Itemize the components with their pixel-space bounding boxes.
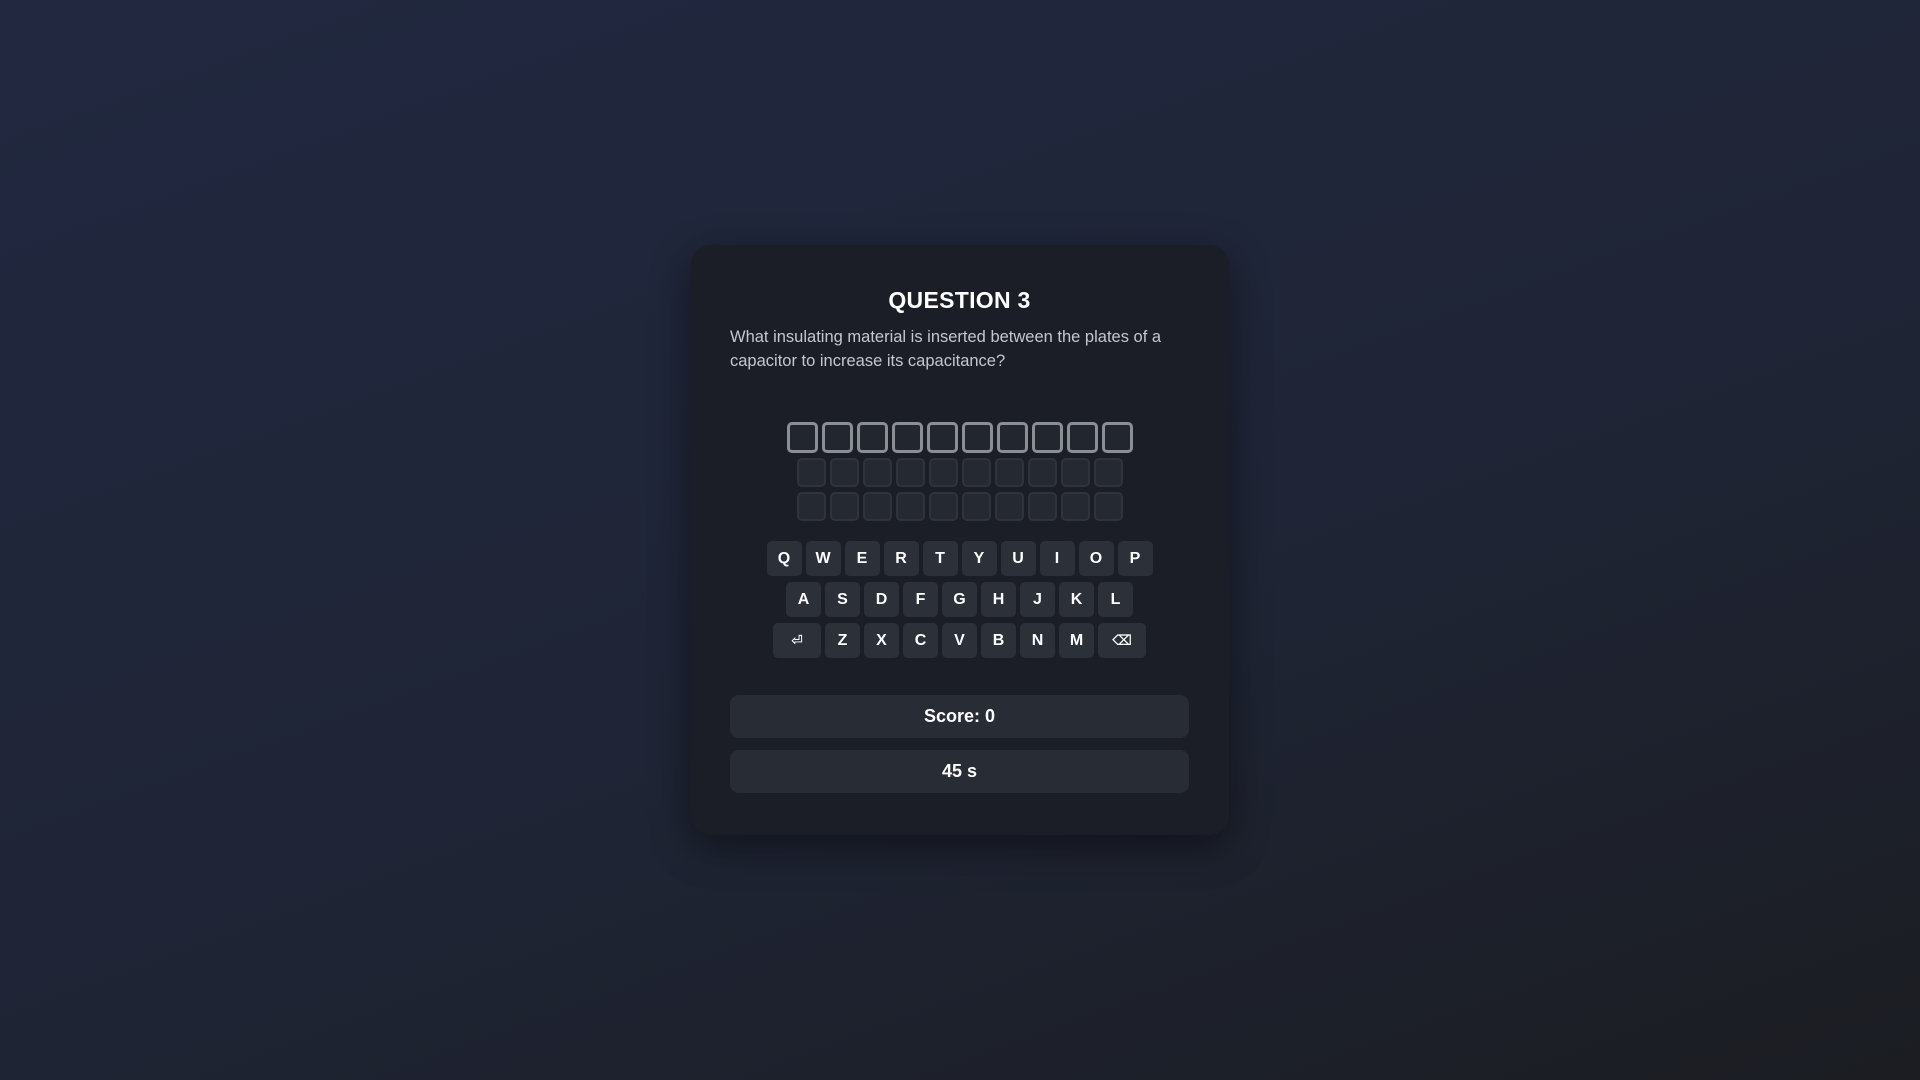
letter-cell (895, 458, 925, 487)
key-c[interactable]: C (903, 623, 938, 658)
key-k[interactable]: K (1059, 582, 1094, 617)
letter-cell (1027, 458, 1057, 487)
key-p[interactable]: P (1117, 541, 1153, 576)
letter-cell (1027, 492, 1057, 521)
key-e[interactable]: E (844, 541, 880, 576)
answer-row-1 (786, 422, 1133, 453)
letter-cell (895, 492, 925, 521)
key-q[interactable]: Q (766, 541, 802, 576)
letter-cell (1060, 492, 1090, 521)
letter-cell (796, 492, 826, 521)
letter-cell (821, 422, 853, 453)
key-x[interactable]: X (864, 623, 899, 658)
quiz-card: QUESTION 3 What insulating material is i… (691, 245, 1229, 835)
answer-row-2 (796, 458, 1123, 487)
letter-cell (961, 492, 991, 521)
letter-cell (891, 422, 923, 453)
answer-row-3 (796, 492, 1123, 521)
key-h[interactable]: H (981, 582, 1016, 617)
letter-cell (1031, 422, 1063, 453)
key-t[interactable]: T (922, 541, 958, 576)
key-s[interactable]: S (825, 582, 860, 617)
answer-grid (730, 422, 1189, 521)
letter-cell (786, 422, 818, 453)
key-v[interactable]: V (942, 623, 977, 658)
letter-cell (1066, 422, 1098, 453)
enter-key[interactable]: ⏎ (773, 623, 821, 658)
letter-cell (994, 458, 1024, 487)
letter-cell (862, 492, 892, 521)
letter-cell (862, 458, 892, 487)
backspace-key[interactable]: ⌫ (1098, 623, 1146, 658)
key-i[interactable]: I (1039, 541, 1075, 576)
keyboard-row-1: QWERTYUIOP (766, 541, 1153, 576)
letter-cell (928, 458, 958, 487)
letter-cell (961, 422, 993, 453)
key-n[interactable]: N (1020, 623, 1055, 658)
key-w[interactable]: W (805, 541, 841, 576)
key-y[interactable]: Y (961, 541, 997, 576)
status-panel: Score: 0 45 s (730, 695, 1189, 793)
key-b[interactable]: B (981, 623, 1016, 658)
letter-cell (928, 492, 958, 521)
timer-display: 45 s (730, 750, 1189, 793)
letter-cell (1060, 458, 1090, 487)
letter-cell (961, 458, 991, 487)
question-title: QUESTION 3 (888, 287, 1031, 313)
key-l[interactable]: L (1098, 582, 1133, 617)
key-u[interactable]: U (1000, 541, 1036, 576)
letter-cell (926, 422, 958, 453)
letter-cell (856, 422, 888, 453)
keyboard-row-3: ⏎ Z X C V B N M ⌫ (773, 623, 1146, 658)
question-text: What insulating material is inserted bet… (730, 328, 1162, 370)
letter-cell (994, 492, 1024, 521)
enter-icon: ⏎ (791, 632, 803, 648)
backspace-icon: ⌫ (1112, 632, 1132, 648)
key-o[interactable]: O (1078, 541, 1114, 576)
score-display: Score: 0 (730, 695, 1189, 738)
key-m[interactable]: M (1059, 623, 1094, 658)
letter-cell (996, 422, 1028, 453)
letter-cell (829, 458, 859, 487)
key-a[interactable]: A (786, 582, 821, 617)
key-j[interactable]: J (1020, 582, 1055, 617)
key-g[interactable]: G (942, 582, 977, 617)
key-z[interactable]: Z (825, 623, 860, 658)
letter-cell (796, 458, 826, 487)
letter-cell (829, 492, 859, 521)
key-f[interactable]: F (903, 582, 938, 617)
keyboard-row-2: ASDFGHJKL (786, 582, 1133, 617)
on-screen-keyboard: QWERTYUIOP ASDFGHJKL ⏎ Z X C V B N M ⌫ (730, 541, 1189, 658)
letter-cell (1093, 492, 1123, 521)
letter-cell (1101, 422, 1133, 453)
letter-cell (1093, 458, 1123, 487)
key-d[interactable]: D (864, 582, 899, 617)
key-r[interactable]: R (883, 541, 919, 576)
